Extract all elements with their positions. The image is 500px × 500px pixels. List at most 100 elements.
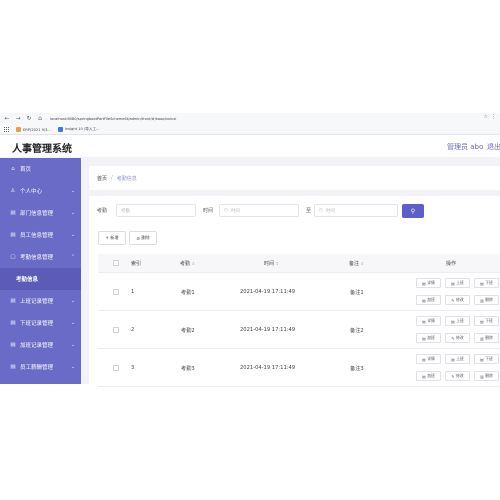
sidebar-item-profile[interactable]: ♙ 个人中心 ⌄ — [0, 180, 81, 202]
edit-icon: ✎ — [451, 373, 455, 379]
chevron-down-icon: ⌄ — [71, 210, 76, 216]
user-name: 管理员 abo — [447, 143, 484, 151]
detail-button[interactable]: ▤ 详情 — [416, 316, 441, 326]
bookmark-label: Insight 10 (导入工... — [64, 127, 100, 131]
edit-button[interactable]: ✎ 修改 — [445, 295, 470, 305]
row-checkbox[interactable] — [113, 327, 119, 333]
row-checkbox[interactable] — [113, 365, 119, 371]
sidebar-item-label: 考勤信息 — [16, 277, 39, 283]
logout-link[interactable]: 退出 — [487, 142, 500, 152]
edit-button[interactable]: ✎ 修改 — [445, 371, 470, 381]
sidebar-item-label: 考勤信息管理 — [20, 255, 54, 261]
row-delete-button[interactable]: ▥ 删除 — [474, 295, 499, 305]
search-icon: ⚲ — [410, 207, 416, 215]
start-time-input[interactable]: ◷ 时间 — [219, 204, 299, 217]
sidebar-item-label: 员工信息管理 — [20, 233, 54, 239]
overtime-icon: ▤ — [422, 335, 426, 341]
column-header-time[interactable]: 时间 ⇕ — [264, 260, 279, 267]
home-browser-icon[interactable]: ⌂ — [36, 115, 44, 123]
sidebar-item-home[interactable]: ⌂ 首页 — [0, 158, 81, 180]
select-all-checkbox[interactable] — [113, 260, 119, 266]
sidebar-item-checkout[interactable]: ▤ 下班记录管理 ⌄ — [0, 312, 81, 334]
screenshot-stage: ← → ↻ ⌂ localhost:8080/springbootPartFil… — [0, 0, 500, 500]
column-header-actions: 操作 — [446, 261, 457, 267]
table-header: 索引 考勤 ⇕ 时间 ⇕ 备注 ⇕ 操作 — [98, 254, 500, 273]
bookmark-item[interactable]: Insight 10 (导入工... — [57, 127, 100, 132]
add-button[interactable]: + 新增 — [98, 231, 126, 245]
delete-button-label: 删除 — [141, 235, 150, 240]
checkout-label: 下班 — [485, 356, 493, 361]
menu-icon: ▤ — [10, 298, 16, 304]
url-bar[interactable]: localhost:8080/springbootPartFileSchemeS… — [50, 117, 176, 121]
sidebar-item-checkin[interactable]: ▤ 上班记录管理 ⌄ — [0, 290, 81, 312]
sidebar-item-department[interactable]: ▤ 部门信息管理 ⌄ — [0, 202, 81, 224]
row-delete-label: 删除 — [485, 335, 493, 340]
detail-label: 详情 — [427, 318, 435, 323]
overtime-button[interactable]: ▤ 加班 — [416, 371, 441, 381]
time-label: 时间 — [203, 208, 214, 214]
column-header-label: 备注 — [349, 261, 360, 267]
delete-icon: ⊘ — [136, 235, 140, 241]
checkout-button[interactable]: ▤ 下班 — [474, 354, 499, 364]
bookmark-item[interactable]: ERP(2021 9/3... — [16, 127, 51, 132]
overtime-button[interactable]: ▤ 加班 — [416, 333, 441, 343]
apps-icon[interactable] — [4, 127, 9, 132]
calendar-icon: ◷ — [319, 208, 323, 213]
row-checkbox[interactable] — [113, 289, 119, 295]
detail-icon: ▤ — [422, 318, 426, 324]
sidebar-item-employee[interactable]: ▤ 员工信息管理 ⌄ — [0, 224, 81, 246]
detail-button[interactable]: ▤ 详情 — [416, 278, 441, 288]
overtime-button[interactable]: ▤ 加班 — [416, 295, 441, 305]
chevron-down-icon: ⌄ — [71, 232, 76, 238]
app-header: 人事管理系统 管理员 abo 退出 — [0, 135, 500, 157]
detail-label: 详情 — [427, 356, 435, 361]
edit-label: 修改 — [456, 297, 464, 302]
sidebar-item-label: 个人中心 — [20, 189, 43, 195]
user-icon: ♙ — [10, 188, 16, 194]
chevron-down-icon: ⌄ — [71, 342, 76, 348]
cell-time: 2021-04-19 17:11:49 — [240, 327, 296, 333]
menu-icon: ▤ — [10, 320, 16, 326]
bookmark-label: ERP(2021 9/3... — [23, 127, 51, 132]
checkout-icon: ▤ — [480, 280, 484, 286]
star-icon[interactable]: ☆ — [484, 114, 488, 120]
checkin-button[interactable]: ▤ 上班 — [445, 354, 470, 364]
checkin-button[interactable]: ▤ 上班 — [445, 316, 470, 326]
back-icon[interactable]: ← — [3, 115, 11, 123]
search-button[interactable]: ⚲ — [402, 204, 424, 218]
table-row: 2 考勤2 2021-04-19 17:11:49 备注2 ▤ 详情 ▤ 上班 ▤ 下… — [98, 311, 500, 349]
sidebar-item-overtime[interactable]: ▤ 加班记录管理 ⌄ — [0, 334, 81, 356]
column-header-index: 索引 — [131, 261, 142, 267]
column-header-note[interactable]: 备注 ⇕ — [349, 260, 364, 267]
kaoqin-input[interactable]: 考勤 — [116, 204, 196, 217]
trash-icon: ▥ — [480, 335, 484, 341]
breadcrumb-home[interactable]: 首页 — [97, 175, 107, 182]
reload-icon[interactable]: ↻ — [25, 115, 33, 123]
delete-button[interactable]: ⊘ 删除 — [129, 231, 157, 245]
edit-button[interactable]: ✎ 修改 — [445, 333, 470, 343]
row-delete-label: 删除 — [485, 373, 493, 378]
home-icon: ⌂ — [11, 166, 15, 172]
more-icon[interactable]: ⋮ — [491, 114, 496, 120]
checkin-button[interactable]: ▤ 上班 — [445, 278, 470, 288]
overtime-label: 加班 — [427, 297, 435, 302]
chevron-down-icon: ⌄ — [71, 188, 76, 194]
row-delete-button[interactable]: ▥ 删除 — [474, 371, 499, 381]
checkout-button[interactable]: ▤ 下班 — [474, 316, 499, 326]
end-time-input[interactable]: ◷ 时间 — [314, 204, 398, 217]
checkout-label: 下班 — [485, 318, 493, 323]
checkin-icon: ▤ — [451, 356, 455, 362]
row-delete-button[interactable]: ▥ 删除 — [474, 333, 499, 343]
sidebar-item-attendance[interactable]: ▢ 考勤信息管理 ⌃ — [0, 246, 81, 268]
cell-kaoqin: 考勤2 — [181, 328, 195, 334]
forward-icon[interactable]: → — [14, 115, 22, 123]
chevron-down-icon: ⌄ — [71, 298, 76, 304]
column-header-kaoqin[interactable]: 考勤 ⇕ — [180, 260, 195, 267]
kaoqin-label: 考勤 — [97, 208, 108, 214]
detail-button[interactable]: ▤ 详情 — [416, 354, 441, 364]
sidebar-item-label: 下班记录管理 — [20, 321, 54, 327]
cell-time: 2021-04-19 17:11:49 — [240, 289, 296, 295]
sidebar-subitem-attendance-info[interactable]: 考勤信息 — [0, 268, 81, 290]
checkout-button[interactable]: ▤ 下班 — [474, 278, 499, 288]
sidebar-item-salary[interactable]: ▤ 员工薪酬管理 ⌄ — [0, 356, 81, 378]
